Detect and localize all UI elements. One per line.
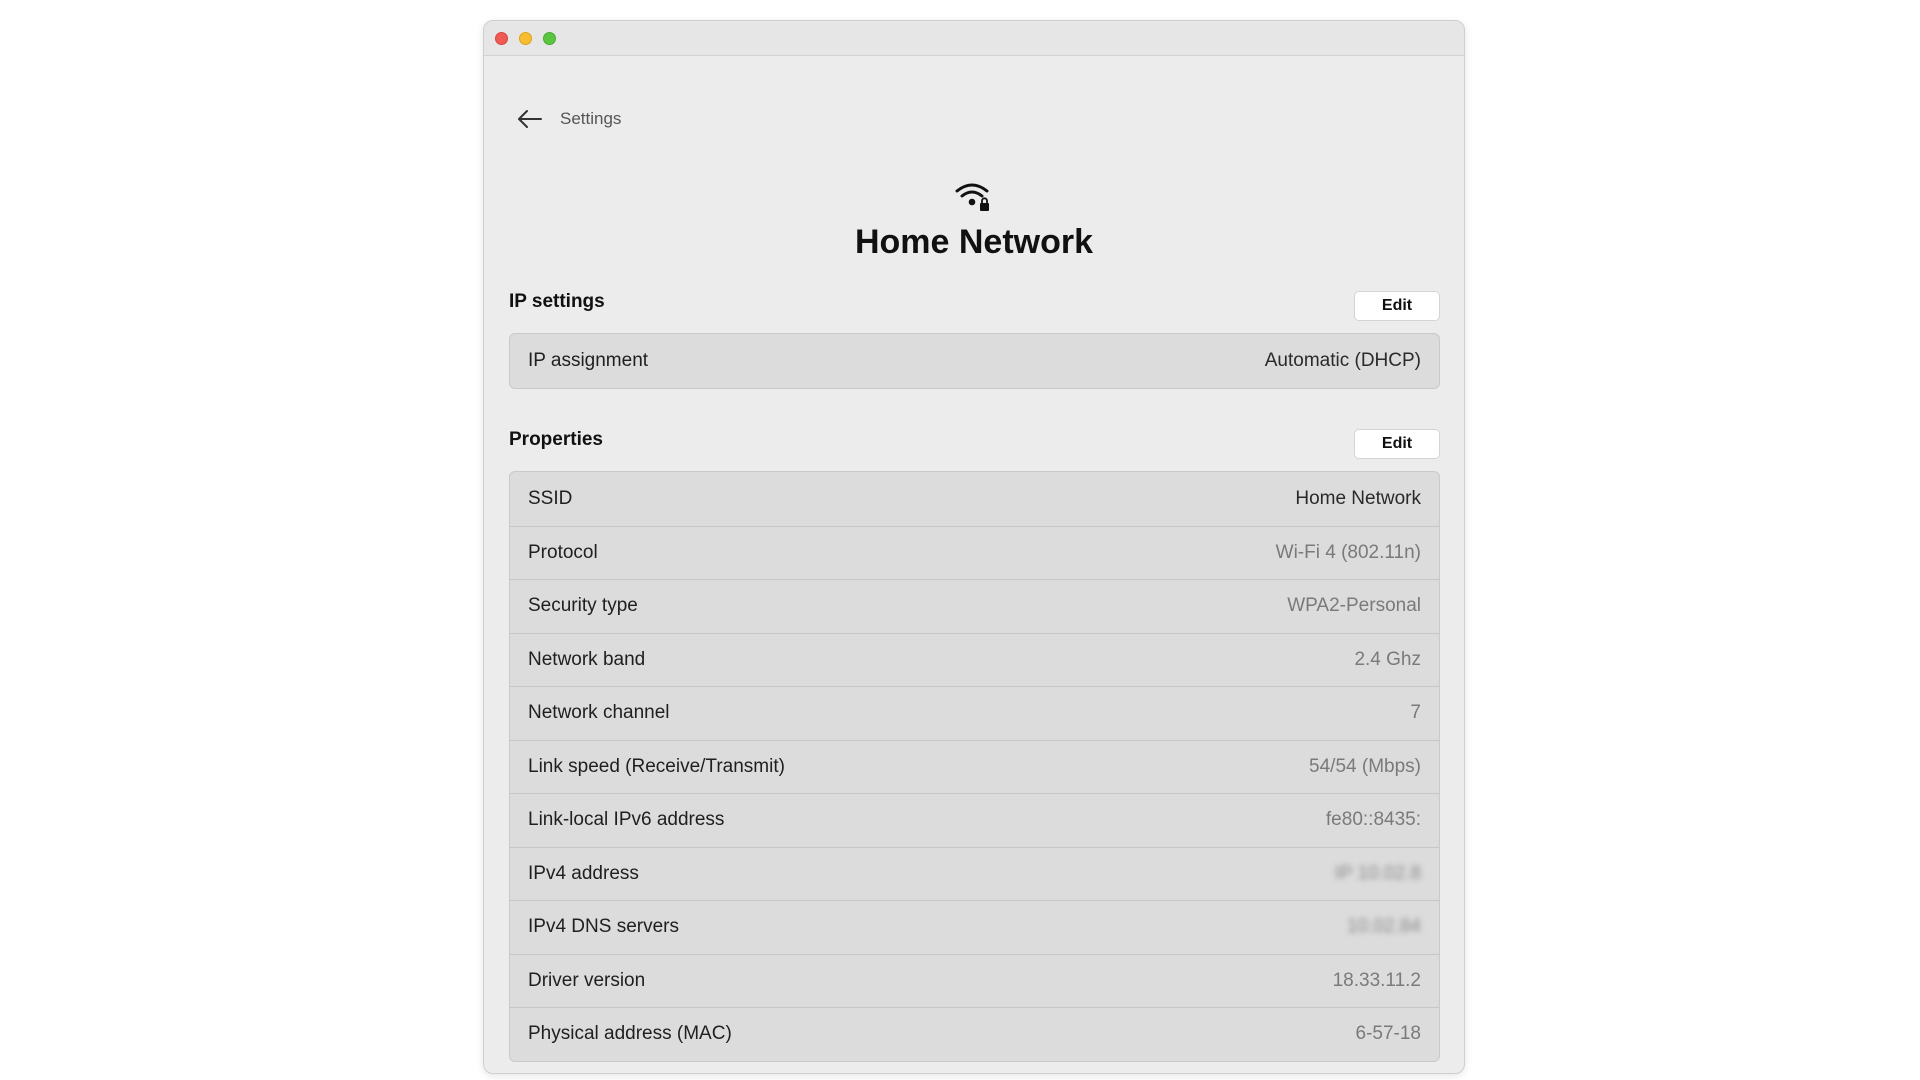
breadcrumb-settings-link[interactable]: Settings: [560, 109, 621, 129]
row-value: Home Network: [1295, 487, 1421, 509]
row-value: 7: [1410, 702, 1421, 724]
settings-window: Settings Home Network IP settings Edit I…: [483, 20, 1465, 1074]
row-value: WPA2-Personal: [1287, 595, 1421, 617]
row-label: Network band: [528, 648, 646, 670]
row-value: Automatic (DHCP): [1264, 349, 1421, 371]
row-label: Protocol: [528, 541, 598, 563]
list-item-ipv4-dns-servers: IPv4 DNS servers 10.02.84: [510, 900, 1439, 954]
page-title: Home Network: [854, 223, 1094, 261]
list-item-security-type: Security type WPA2-Personal: [510, 579, 1439, 633]
arrow-left-icon: [518, 110, 542, 128]
row-value: IP 10.02.8: [1334, 862, 1421, 884]
title-bar: [484, 21, 1464, 56]
row-label: IP assignment: [528, 349, 649, 371]
list-item-ipv6-address: Link-local IPv6 address fe80::8435:: [510, 793, 1439, 847]
row-label: Link-local IPv6 address: [528, 809, 725, 831]
ip-settings-header: IP settings Edit: [509, 289, 1440, 321]
properties-title: Properties: [509, 429, 603, 450]
row-label: SSID: [528, 487, 573, 509]
ip-settings-title: IP settings: [509, 291, 605, 312]
row-value: 54/54 (Mbps): [1309, 755, 1421, 777]
row-label: Security type: [528, 595, 638, 617]
list-item-protocol: Protocol Wi-Fi 4 (802.11n): [510, 525, 1439, 580]
list-item-physical-address: Physical address (MAC) 6-57-18: [510, 1007, 1439, 1061]
row-value: fe80::8435:: [1325, 809, 1421, 831]
list-item-link-speed: Link speed (Receive/Transmit) 54/54 (Mbp…: [510, 739, 1439, 794]
close-window-button[interactable]: [495, 32, 508, 45]
list-item-ipv4-address: IPv4 address IP 10.02.8: [510, 846, 1439, 901]
row-label: IPv4 address: [528, 862, 639, 884]
row-value: Wi-Fi 4 (802.11n): [1275, 541, 1421, 563]
list-item-driver-version: Driver version 18.33.11.2: [510, 953, 1439, 1008]
ip-settings-edit-button[interactable]: Edit: [1354, 291, 1440, 321]
list-item-ip-assignment: IP assignment Automatic (DHCP): [510, 334, 1439, 388]
properties-card: SSID Home Network Protocol Wi-Fi 4 (802.…: [509, 471, 1440, 1062]
row-value: 2.4 Ghz: [1354, 648, 1421, 670]
wifi-lock-icon: [955, 183, 989, 211]
maximize-window-button[interactable]: [543, 32, 556, 45]
list-item-network-channel: Network channel 7: [510, 686, 1439, 740]
network-header: Home Network: [484, 179, 1464, 262]
row-label: Network channel: [528, 702, 670, 724]
row-value: 10.02.84: [1347, 916, 1421, 938]
list-item-network-band: Network band 2.4 Ghz: [510, 632, 1439, 687]
row-label: Physical address (MAC): [528, 1023, 732, 1045]
row-label: Link speed (Receive/Transmit): [528, 755, 785, 777]
properties-header: Properties Edit: [509, 427, 1440, 459]
properties-edit-button[interactable]: Edit: [1354, 429, 1440, 459]
row-label: IPv4 DNS servers: [528, 916, 679, 938]
row-label: Driver version: [528, 969, 646, 991]
back-button[interactable]: [512, 101, 548, 137]
row-value: 6-57-18: [1355, 1023, 1422, 1045]
row-value: 18.33.11.2: [1332, 969, 1421, 991]
minimize-window-button[interactable]: [519, 32, 532, 45]
list-item-ssid: SSID Home Network: [510, 472, 1439, 526]
breadcrumb: Settings: [512, 95, 621, 143]
ip-settings-card: IP assignment Automatic (DHCP): [509, 333, 1440, 389]
